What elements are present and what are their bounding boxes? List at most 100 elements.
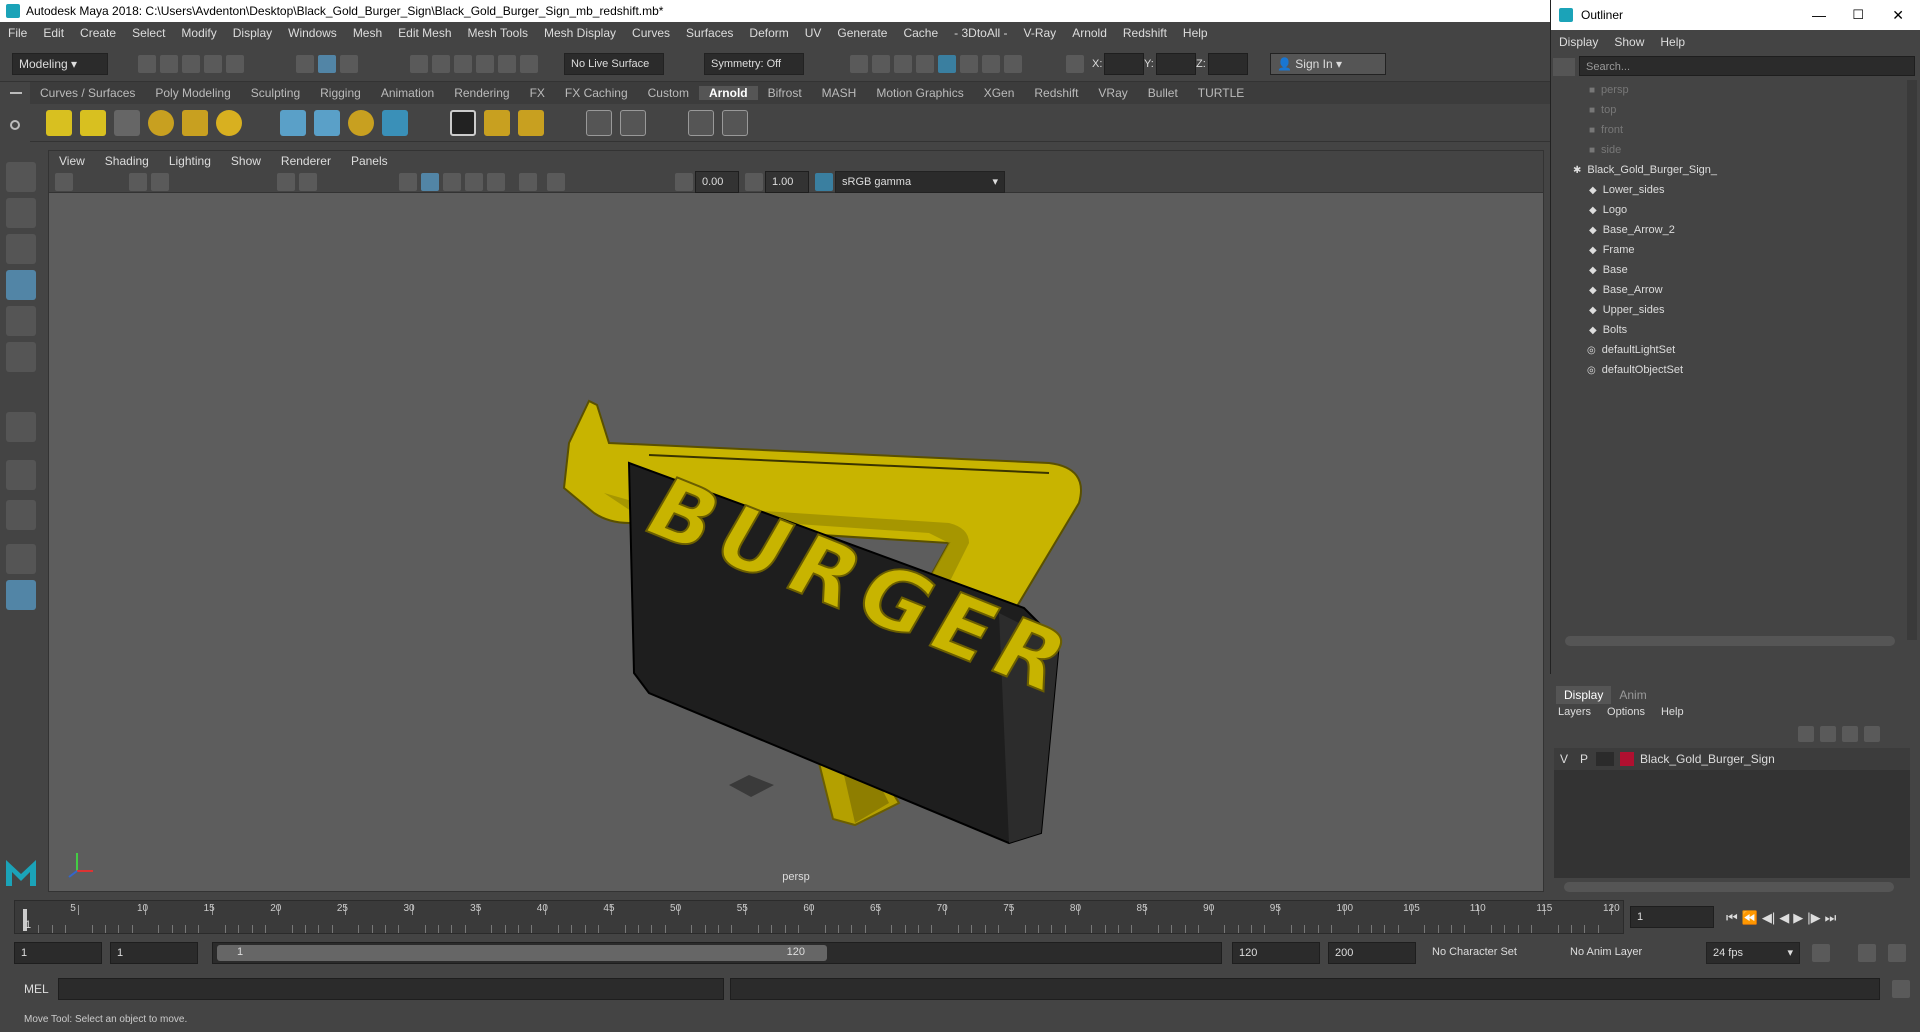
- menu-item[interactable]: Display: [225, 26, 280, 40]
- outliner-set-item[interactable]: ◎ defaultObjectSet: [1587, 360, 1683, 380]
- flush-cache-icon[interactable]: [518, 110, 544, 136]
- range-slider-handle[interactable]: 1 120: [217, 945, 827, 961]
- outliner-child-item[interactable]: ◆ Base: [1589, 260, 1628, 280]
- snap-surface-icon[interactable]: [498, 55, 516, 73]
- snap-view-icon[interactable]: [476, 55, 494, 73]
- single-view-icon[interactable]: [6, 460, 36, 490]
- 3d-viewport[interactable]: BURGER persp: [49, 193, 1543, 891]
- menu-item[interactable]: - 3DtoAll -: [946, 26, 1015, 40]
- four-view-icon[interactable]: [6, 500, 36, 530]
- select-camera-icon[interactable]: [55, 173, 73, 191]
- hypershade-icon[interactable]: [938, 55, 956, 73]
- menu-item[interactable]: Edit: [35, 26, 72, 40]
- outliner-layout-icon[interactable]: [6, 580, 36, 610]
- standin-icon[interactable]: [280, 110, 306, 136]
- pause-viewport-icon[interactable]: [1004, 55, 1022, 73]
- render-settings-icon[interactable]: [916, 55, 934, 73]
- layer-menu-item[interactable]: Help: [1653, 706, 1692, 724]
- exposure-icon[interactable]: [675, 173, 693, 191]
- viewport-menu-item[interactable]: Lighting: [159, 154, 221, 168]
- outliner-group-item[interactable]: ✱ Black_Gold_Burger_Sign_: [1573, 160, 1717, 180]
- outliner-child-item[interactable]: ◆ Base_Arrow_2: [1589, 220, 1675, 240]
- open-scene-icon[interactable]: [160, 55, 178, 73]
- select-component-icon[interactable]: [340, 55, 358, 73]
- move-layer-down-icon[interactable]: [1820, 726, 1836, 742]
- wireframe-on-shaded-icon[interactable]: [443, 173, 461, 191]
- layer-menu-item[interactable]: Layers: [1550, 706, 1599, 724]
- anim-layer-dropdown[interactable]: No Anim Layer: [1564, 942, 1680, 964]
- scale-tool-icon[interactable]: [6, 342, 36, 372]
- menu-item[interactable]: Select: [124, 26, 173, 40]
- select-hierarchy-icon[interactable]: [296, 55, 314, 73]
- outliner-child-item[interactable]: ◆ Frame: [1589, 240, 1634, 260]
- outliner-child-item[interactable]: ◆ Lower_sides: [1589, 180, 1664, 200]
- play-forward-icon[interactable]: ▶: [1793, 910, 1803, 926]
- save-scene-icon[interactable]: [182, 55, 200, 73]
- shelf-tab[interactable]: Arnold: [698, 86, 758, 100]
- sign-in-button[interactable]: 👤 Sign In ▾: [1270, 53, 1386, 75]
- color-space-dropdown[interactable]: sRGB gamma ▾: [835, 171, 1005, 193]
- fps-dropdown[interactable]: 24 fps ▾: [1706, 942, 1800, 964]
- tx-manager-icon[interactable]: [586, 110, 612, 136]
- menu-item[interactable]: Cache: [895, 26, 946, 40]
- lights-icon[interactable]: [487, 173, 505, 191]
- shelf-tab[interactable]: Custom: [638, 86, 699, 100]
- animation-start-field[interactable]: 1: [14, 942, 102, 964]
- select-object-icon[interactable]: [318, 55, 336, 73]
- outliner-menu-item[interactable]: Display: [1551, 35, 1606, 49]
- outliner-set-item[interactable]: ◎ defaultLightSet: [1587, 340, 1675, 360]
- select-tool-icon[interactable]: [6, 162, 36, 192]
- menu-item[interactable]: Mesh: [345, 26, 390, 40]
- outliner-child-item[interactable]: ◆ Logo: [1589, 200, 1627, 220]
- ipr-render-icon[interactable]: [894, 55, 912, 73]
- go-to-start-icon[interactable]: ⏮: [1726, 910, 1738, 926]
- exposure-field[interactable]: 0.00: [695, 171, 739, 193]
- go-to-end-icon[interactable]: ⏭: [1825, 910, 1837, 926]
- snap-grid-icon[interactable]: [410, 55, 428, 73]
- flush-textures-icon[interactable]: [484, 110, 510, 136]
- time-ruler[interactable]: 1 5 10 15 20 25 30 35 40 45 50 55 60 65 70 75 80 85 90 95 1…: [14, 900, 1624, 934]
- move-tool-icon[interactable]: [6, 270, 36, 300]
- shelf-tab[interactable]: Poly Modeling: [145, 86, 240, 100]
- outliner-camera-item[interactable]: ■ side: [1589, 140, 1621, 160]
- new-layer-icon[interactable]: [1842, 726, 1858, 742]
- play-back-icon[interactable]: ◀: [1779, 910, 1789, 926]
- loop-icon[interactable]: [1812, 944, 1830, 962]
- shelf-tab[interactable]: FX: [520, 86, 555, 100]
- new-layer-selected-icon[interactable]: [1864, 726, 1880, 742]
- playback-start-field[interactable]: 1: [110, 942, 198, 964]
- mesh-light-icon[interactable]: [80, 110, 106, 136]
- live-surface-field[interactable]: No Live Surface: [564, 53, 664, 75]
- physical-sky-icon[interactable]: [216, 110, 242, 136]
- shelf-tab[interactable]: Rigging: [310, 86, 371, 100]
- viewport-menu-item[interactable]: Shading: [95, 154, 159, 168]
- script-editor-icon[interactable]: [1892, 980, 1910, 998]
- light-editor-icon[interactable]: [982, 55, 1000, 73]
- shelf-tab[interactable]: MASH: [812, 86, 867, 100]
- shelf-tab[interactable]: Curves / Surfaces: [30, 86, 145, 100]
- menu-item[interactable]: UV: [797, 26, 830, 40]
- anim-preferences-icon[interactable]: [1888, 944, 1906, 962]
- layer-type-toggle[interactable]: [1596, 752, 1614, 766]
- shelf-tab[interactable]: Rendering: [444, 86, 519, 100]
- shelf-tab[interactable]: FX Caching: [555, 86, 638, 100]
- symmetry-dropdown[interactable]: Symmetry: Off: [704, 53, 804, 75]
- rotate-tool-icon[interactable]: [6, 306, 36, 336]
- volume-icon[interactable]: [382, 110, 408, 136]
- shelf-tab[interactable]: Bullet: [1138, 86, 1188, 100]
- z-field[interactable]: [1208, 53, 1248, 75]
- viewport-menu-item[interactable]: Renderer: [271, 154, 341, 168]
- gamma-icon[interactable]: [745, 173, 763, 191]
- photometric-light-icon[interactable]: [114, 110, 140, 136]
- outliner-vscrollbar[interactable]: [1907, 80, 1917, 640]
- menu-item[interactable]: Mesh Display: [536, 26, 624, 40]
- minimize-icon[interactable]: —: [1812, 7, 1826, 23]
- mel-input[interactable]: [58, 978, 724, 1000]
- menu-item[interactable]: File: [0, 26, 35, 40]
- menu-item[interactable]: Redshift: [1115, 26, 1175, 40]
- outliner-search-input[interactable]: Search...: [1579, 56, 1915, 76]
- shadows-icon[interactable]: [519, 173, 537, 191]
- outliner-menu-item[interactable]: Show: [1606, 35, 1652, 49]
- shelf-tab[interactable]: TURTLE: [1188, 86, 1254, 100]
- menu-item[interactable]: Windows: [280, 26, 345, 40]
